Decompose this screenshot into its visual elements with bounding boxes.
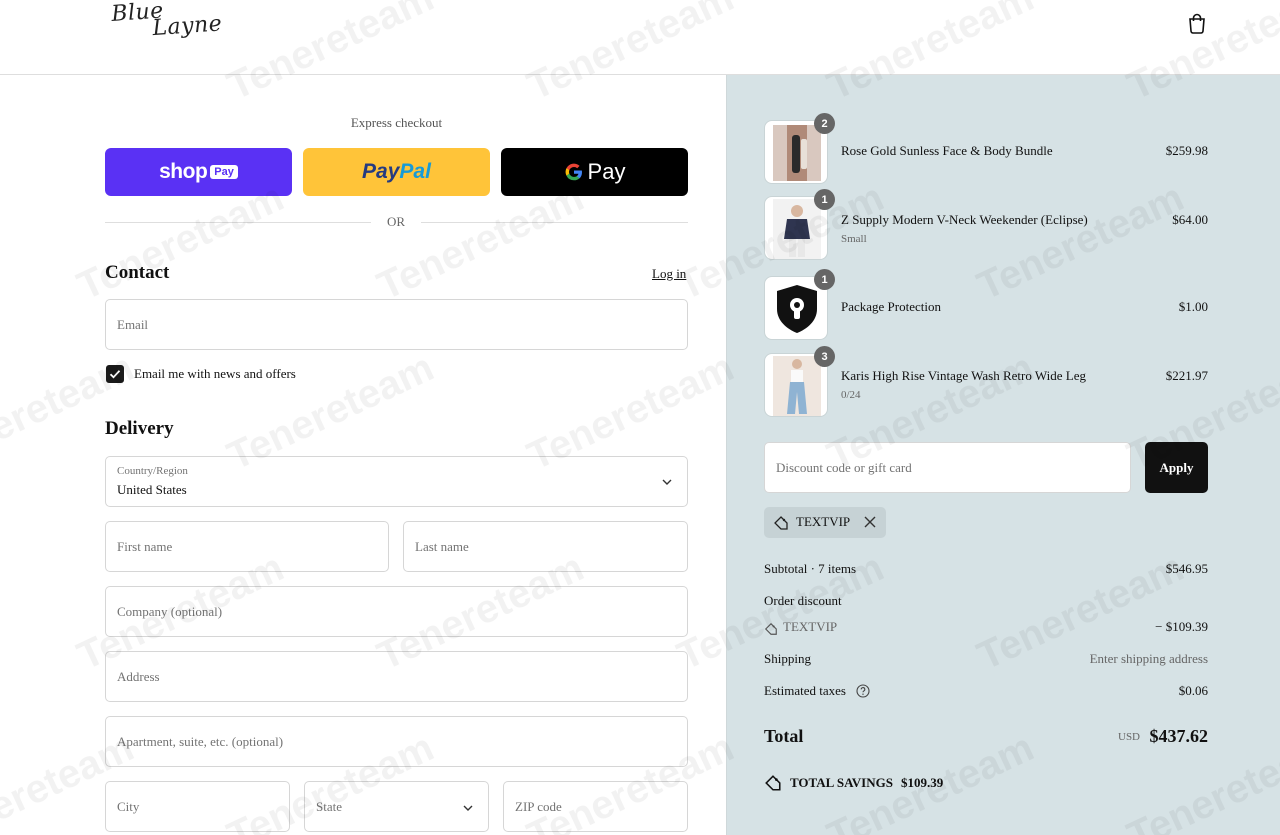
item-price: $221.97 xyxy=(1165,368,1208,383)
contact-title: Contact xyxy=(105,262,170,283)
country-label: Country/Region xyxy=(117,465,188,477)
address-field[interactable]: Address xyxy=(105,651,688,702)
paypal-word-1: Pay xyxy=(362,160,400,183)
tag-icon xyxy=(774,516,788,530)
last-name-placeholder: Last name xyxy=(415,538,469,554)
item-price: $64.00 xyxy=(1172,212,1208,227)
apartment-placeholder: Apartment, suite, etc. (optional) xyxy=(117,733,284,749)
shipping-label: Shipping xyxy=(764,651,811,666)
item-price: $1.00 xyxy=(1178,299,1208,314)
tag-icon xyxy=(764,622,777,635)
country-select[interactable]: Country/Region United States xyxy=(105,456,688,507)
company-field[interactable]: Company (optional) xyxy=(105,586,688,637)
product-thumbnail: 3 xyxy=(764,346,835,417)
total-value: $437.62 xyxy=(1149,726,1209,746)
news-offers-checkbox[interactable] xyxy=(106,365,124,383)
item-price: $259.98 xyxy=(1165,143,1208,158)
paypal-word-2: Pal xyxy=(399,160,431,183)
zip-placeholder: ZIP code xyxy=(515,798,562,814)
state-select[interactable]: State xyxy=(304,781,489,832)
store-logo[interactable]: Blue Layne xyxy=(111,0,224,44)
discount-code-label: TEXTVIP xyxy=(783,619,838,634)
email-field[interactable]: Email xyxy=(105,299,688,350)
country-value: United States xyxy=(117,482,187,497)
address-placeholder: Address xyxy=(117,668,160,684)
google-g-icon xyxy=(565,163,582,181)
logo-line-2: Layne xyxy=(151,11,224,42)
applied-discount-chip: TEXTVIP xyxy=(764,507,886,538)
state-placeholder: State xyxy=(316,798,342,814)
shop-pay-button[interactable]: shop Pay xyxy=(105,148,292,196)
quantity-badge: 1 xyxy=(814,269,835,290)
subtotal-value: $546.95 xyxy=(1165,561,1208,576)
quantity-badge: 2 xyxy=(814,113,835,134)
page-header: Blue Layne xyxy=(0,0,1280,75)
quantity-badge: 3 xyxy=(814,346,835,367)
item-variant: Small xyxy=(841,233,867,245)
checkmark-icon xyxy=(109,370,121,379)
discount-placeholder: Discount code or gift card xyxy=(776,460,912,475)
city-field[interactable]: City xyxy=(105,781,290,832)
total-savings-label: TOTAL SAVINGS xyxy=(790,775,893,790)
zip-field[interactable]: ZIP code xyxy=(503,781,688,832)
last-name-field[interactable]: Last name xyxy=(403,521,688,572)
order-discount-label: Order discount xyxy=(764,593,842,608)
item-name: Z Supply Modern V-Neck Weekender (Eclips… xyxy=(841,212,1088,227)
total-label: Total xyxy=(764,726,804,746)
apartment-field[interactable]: Apartment, suite, etc. (optional) xyxy=(105,716,688,767)
total-savings: TOTAL SAVINGS $109.39 xyxy=(764,774,943,792)
google-pay-button[interactable]: Pay xyxy=(501,148,688,196)
total-savings-value: $109.39 xyxy=(900,775,944,790)
currency-code: USD xyxy=(1118,731,1141,743)
remove-discount-icon[interactable] xyxy=(864,516,876,528)
shipping-value: Enter shipping address xyxy=(1089,651,1208,666)
estimated-taxes-value: $0.06 xyxy=(1178,683,1208,698)
product-thumbnail: 2 xyxy=(764,113,835,184)
company-placeholder: Company (optional) xyxy=(117,603,223,619)
email-placeholder: Email xyxy=(117,316,149,332)
chevron-down-icon xyxy=(463,805,473,811)
item-name: Package Protection xyxy=(841,299,941,314)
product-thumbnail: 1 xyxy=(764,269,835,340)
or-divider-text: OR xyxy=(386,214,406,229)
product-thumbnail: 1 xyxy=(764,189,835,260)
shop-pay-badge: Pay xyxy=(210,165,238,179)
first-name-placeholder: First name xyxy=(117,538,173,554)
tag-icon xyxy=(765,775,781,791)
chevron-down-icon xyxy=(662,479,672,485)
estimated-taxes-label: Estimated taxes xyxy=(764,683,846,698)
login-link[interactable]: Log in xyxy=(652,266,686,282)
first-name-field[interactable]: First name xyxy=(105,521,389,572)
shopping-bag-icon[interactable] xyxy=(1186,12,1208,34)
discount-value: − $109.39 xyxy=(1155,619,1208,634)
applied-discount-code: TEXTVIP xyxy=(796,514,851,529)
google-pay-text: Pay xyxy=(587,159,626,184)
item-variant: 0/24 xyxy=(841,389,861,401)
subtotal-label: Subtotal · 7 items xyxy=(764,561,857,576)
divider-left xyxy=(105,222,371,223)
city-placeholder: City xyxy=(117,798,140,814)
quantity-badge: 1 xyxy=(814,189,835,210)
news-offers-label: Email me with news and offers xyxy=(134,366,296,381)
paypal-button[interactable]: Pay Pal xyxy=(303,148,490,196)
shop-pay-word: shop xyxy=(159,160,208,183)
divider-right xyxy=(421,222,688,223)
discount-code-input[interactable]: Discount code or gift card xyxy=(764,442,1131,493)
item-name: Rose Gold Sunless Face & Body Bundle xyxy=(841,143,1053,158)
help-icon[interactable] xyxy=(856,684,870,698)
express-checkout-label: Express checkout xyxy=(350,115,443,130)
apply-discount-button[interactable]: Apply xyxy=(1145,442,1208,493)
delivery-title: Delivery xyxy=(105,418,174,439)
item-name: Karis High Rise Vintage Wash Retro Wide … xyxy=(841,368,1086,383)
